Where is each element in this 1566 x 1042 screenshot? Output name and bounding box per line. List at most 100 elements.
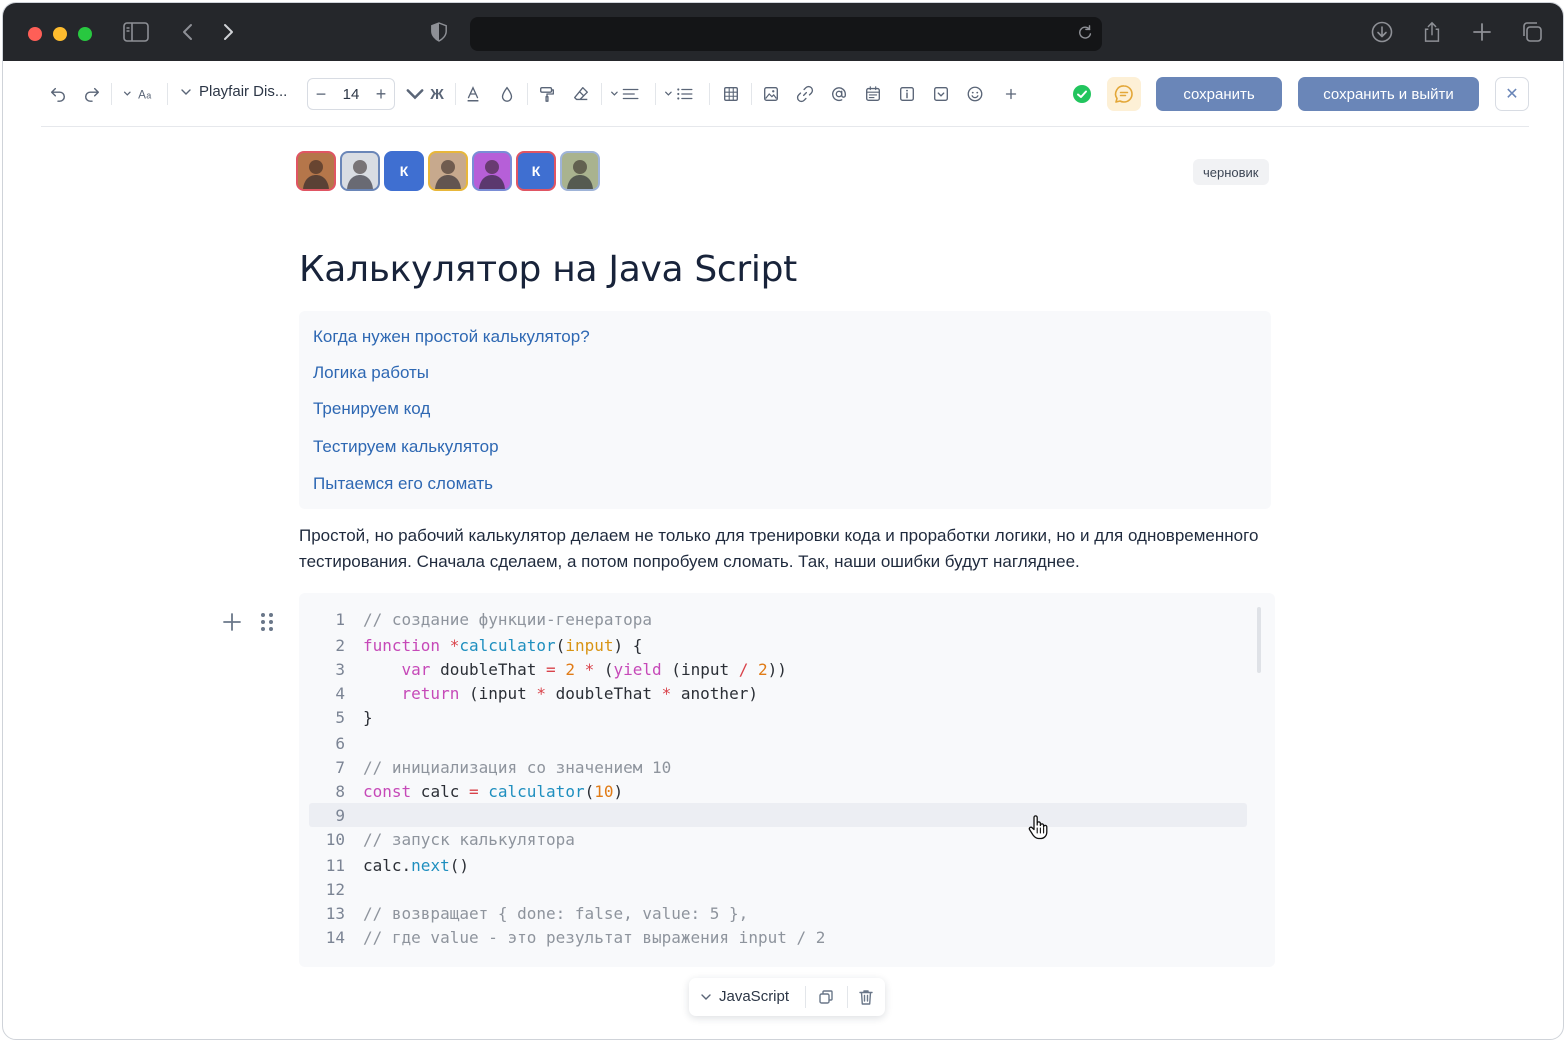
toolbar-divider: [751, 83, 752, 105]
close-editor-button[interactable]: ✕: [1495, 77, 1529, 111]
add-block-icon[interactable]: [221, 611, 243, 633]
save-button[interactable]: сохранить: [1156, 77, 1282, 111]
address-bar[interactable]: [470, 17, 1102, 51]
code-text[interactable]: const calc = calculator(10): [363, 782, 623, 801]
table-icon[interactable]: [721, 83, 741, 105]
copy-icon[interactable]: [817, 988, 835, 1006]
code-line[interactable]: 1 // создание функции-генератора: [309, 607, 1247, 631]
language-select[interactable]: JavaScript: [701, 988, 789, 1005]
delete-icon[interactable]: [857, 988, 875, 1006]
avatar[interactable]: [340, 151, 380, 191]
page-title[interactable]: Калькулятор на Java Script: [299, 249, 797, 290]
code-text[interactable]: // где value - это результат выражения i…: [363, 928, 825, 947]
redo-icon[interactable]: [81, 83, 103, 105]
decrease-size-button[interactable]: −: [314, 84, 328, 105]
toolbar-divider: [847, 986, 848, 1008]
avatar[interactable]: [472, 151, 512, 191]
save-and-exit-button[interactable]: сохранить и выйти: [1298, 77, 1479, 111]
code-text[interactable]: return (input * doubleThat * another): [363, 684, 758, 703]
align-dropdown[interactable]: [609, 83, 645, 105]
paint-format-icon[interactable]: [537, 83, 557, 105]
reload-icon[interactable]: [1076, 24, 1096, 44]
toc-link[interactable]: Когда нужен простой калькулятор?: [313, 327, 590, 347]
downloads-icon[interactable]: [1369, 20, 1395, 44]
code-line[interactable]: 6: [309, 731, 1247, 755]
minimize-window-button[interactable]: [53, 27, 67, 41]
avatar[interactable]: [560, 151, 600, 191]
code-text[interactable]: // возвращает { done: false, value: 5 },: [363, 904, 748, 923]
privacy-shield-icon[interactable]: [426, 20, 452, 44]
code-line[interactable]: 11 calc.next(): [309, 853, 1247, 877]
link-icon[interactable]: [795, 83, 815, 105]
code-line[interactable]: 12: [309, 877, 1247, 901]
bold-dropdown[interactable]: Ж: [405, 83, 445, 105]
more-insert-icon[interactable]: [1001, 83, 1021, 105]
code-line[interactable]: 8 const calc = calculator(10): [309, 779, 1247, 803]
image-icon[interactable]: [761, 83, 781, 105]
list-dropdown[interactable]: [663, 83, 699, 105]
code-text[interactable]: function *calculator(input) {: [363, 636, 642, 655]
toc-link[interactable]: Пытаемся его сломать: [313, 474, 493, 494]
back-icon[interactable]: [175, 20, 201, 44]
code-line[interactable]: 5}: [309, 705, 1247, 729]
avatar[interactable]: К: [384, 151, 424, 191]
code-text[interactable]: // инициализация со значением 10: [363, 758, 671, 777]
share-icon[interactable]: [1419, 20, 1445, 44]
avatar[interactable]: [296, 151, 336, 191]
undo-icon[interactable]: [47, 83, 69, 105]
toolbar-divider: [527, 83, 528, 105]
tab-overview-icon[interactable]: [1519, 20, 1545, 44]
avatar[interactable]: К: [516, 151, 556, 191]
zoom-window-button[interactable]: [78, 27, 92, 41]
mention-icon[interactable]: [829, 83, 849, 105]
code-line[interactable]: 7 // инициализация со значением 10: [309, 755, 1247, 779]
code-text[interactable]: // создание функции-генератора: [363, 610, 652, 629]
language-value: JavaScript: [719, 988, 790, 1005]
code-block[interactable]: 1 // создание функции-генератора 2 function…: [299, 593, 1275, 967]
code-text[interactable]: calc.next(): [363, 856, 469, 875]
line-number: 9: [335, 805, 345, 825]
line-number: 11: [325, 855, 345, 875]
emoji-icon[interactable]: [965, 83, 985, 105]
close-window-button[interactable]: [28, 27, 42, 41]
code-line[interactable]: 2 function *calculator(input) {: [309, 633, 1247, 657]
font-size-value[interactable]: 14: [343, 86, 360, 103]
increase-size-button[interactable]: +: [374, 84, 388, 105]
code-line[interactable]: 3 var doubleThat = 2 * (yield (input / 2…: [309, 657, 1247, 681]
text-style-dropdown[interactable]: Aa: [121, 83, 157, 105]
code-line[interactable]: 9: [309, 803, 1247, 827]
font-family-value: Playfair Dis...: [199, 83, 288, 100]
font-size-stepper[interactable]: − 14 +: [307, 78, 395, 110]
line-number: 12: [325, 879, 345, 899]
toc-link[interactable]: Тренируем код: [313, 399, 430, 419]
drag-handle-icon[interactable]: [257, 611, 277, 633]
highlight-color-icon[interactable]: [497, 83, 517, 105]
toc-link[interactable]: Логика работы: [313, 363, 429, 383]
eraser-icon[interactable]: [571, 83, 591, 105]
code-line[interactable]: 4 return (input * doubleThat * another): [309, 681, 1247, 705]
code-line[interactable]: 10 // запуск калькулятора: [309, 827, 1247, 851]
line-number: 10: [325, 829, 345, 849]
sidebar-toggle-icon[interactable]: [123, 20, 149, 44]
code-text[interactable]: var doubleThat = 2 * (yield (input / 2)): [363, 660, 787, 679]
info-block-icon[interactable]: [897, 83, 917, 105]
toolbar-divider: [709, 83, 710, 105]
hand-cursor-icon: [1027, 814, 1049, 840]
toc-link[interactable]: Тестируем калькулятор: [313, 437, 499, 457]
collapse-block-icon[interactable]: [931, 83, 951, 105]
code-scrollbar[interactable]: [1257, 607, 1261, 673]
avatar[interactable]: [428, 151, 468, 191]
comments-button[interactable]: [1107, 77, 1141, 111]
forward-icon[interactable]: [215, 20, 241, 44]
toolbar-divider: [601, 83, 602, 105]
body-paragraph[interactable]: Простой, но рабочий калькулятор делаем н…: [299, 523, 1289, 575]
line-number: 5: [335, 707, 345, 727]
text-color-icon[interactable]: [463, 83, 483, 105]
code-line[interactable]: 14 // где value - это результат выражения…: [309, 925, 1247, 949]
font-family-select[interactable]: Playfair Dis...: [181, 83, 287, 100]
code-text[interactable]: // запуск калькулятора: [363, 830, 575, 849]
calendar-icon[interactable]: [863, 83, 883, 105]
new-tab-icon[interactable]: [1469, 20, 1495, 44]
code-line[interactable]: 13 // возвращает { done: false, value: 5 …: [309, 901, 1247, 925]
code-text[interactable]: }: [363, 708, 373, 727]
